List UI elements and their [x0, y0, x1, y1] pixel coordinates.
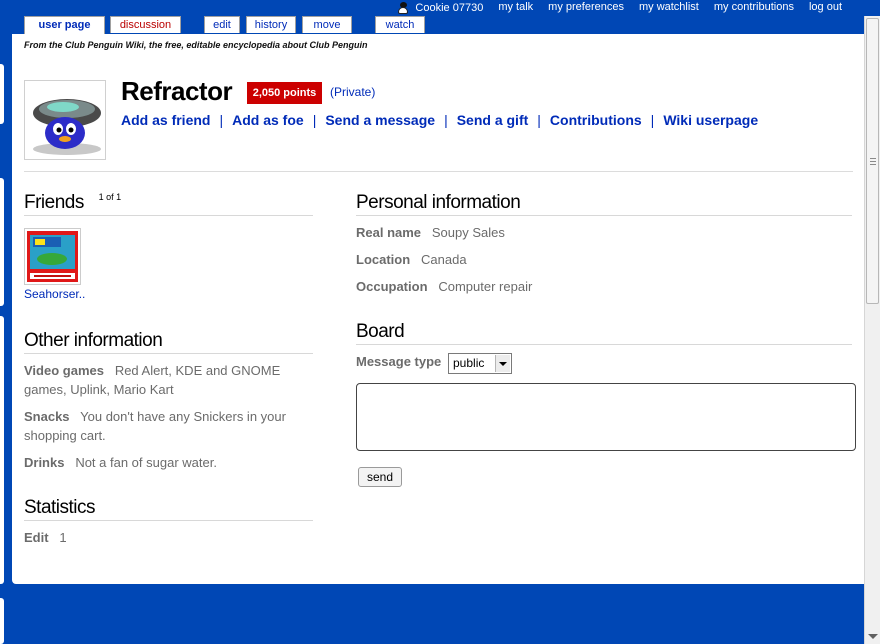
- tab-discussion[interactable]: discussion: [110, 16, 181, 33]
- profile-username: Refractor: [121, 76, 233, 106]
- tab-move[interactable]: move: [302, 16, 352, 33]
- scroll-down-icon[interactable]: [868, 634, 878, 639]
- privacy-link[interactable]: (Private): [330, 85, 375, 99]
- tab-watch[interactable]: watch: [375, 16, 425, 33]
- separator: |: [650, 112, 655, 128]
- separator: |: [312, 112, 317, 128]
- friend-avatar[interactable]: [24, 228, 81, 285]
- real-name-value: Soupy Sales: [431, 225, 505, 240]
- location-row: Location Canada: [356, 250, 467, 269]
- send-gift-link[interactable]: Send a gift: [457, 112, 529, 128]
- chevron-down-icon[interactable]: [495, 355, 510, 372]
- friends-count: 1 of 1: [98, 192, 122, 202]
- edit-count-row: Edit 1: [24, 528, 67, 547]
- snacks-label: Snacks: [24, 409, 70, 424]
- separator: |: [219, 112, 224, 128]
- snacks-row: Snacks You don't have any Snickers in yo…: [24, 407, 286, 426]
- scrollbar-thumb[interactable]: [866, 18, 879, 304]
- friend-name-link[interactable]: Seahorser..: [24, 287, 85, 301]
- message-type-select[interactable]: public: [448, 353, 512, 374]
- drinks-row: Drinks Not a fan of sugar water.: [24, 453, 217, 472]
- real-name-label: Real name: [356, 225, 422, 240]
- send-message-link[interactable]: Send a message: [325, 112, 435, 128]
- my-watchlist-link[interactable]: my watchlist: [639, 0, 699, 16]
- edge-decoration: [0, 598, 4, 644]
- edge-decoration: [0, 178, 4, 306]
- occupation-label: Occupation: [356, 279, 428, 294]
- occupation-value: Computer repair: [438, 279, 533, 294]
- statistics-heading: Statistics: [24, 497, 313, 521]
- friends-heading: Friends 1 of 1: [24, 192, 313, 216]
- message-type-value: public: [453, 356, 485, 370]
- add-as-foe-link[interactable]: Add as foe: [232, 112, 304, 128]
- board-heading: Board: [356, 321, 852, 345]
- profile-actions: Add as friend | Add as foe | Send a mess…: [121, 112, 758, 128]
- edit-value: 1: [59, 530, 67, 545]
- my-preferences-link[interactable]: my preferences: [548, 0, 624, 16]
- drinks-label: Drinks: [24, 455, 65, 470]
- points-badge: 2,050 points: [247, 82, 322, 104]
- content-panel: From the Club Penguin Wiki, the free, ed…: [12, 34, 864, 584]
- personal-info-heading: Personal information: [356, 192, 852, 216]
- snacks-value-line2: shopping cart.: [24, 428, 106, 443]
- tab-history[interactable]: history: [246, 16, 296, 33]
- message-textarea[interactable]: [356, 383, 856, 451]
- video-games-row: Video games Red Alert, KDE and GNOME: [24, 361, 280, 380]
- contributions-link[interactable]: Contributions: [550, 112, 642, 128]
- location-label: Location: [356, 252, 411, 267]
- user-link[interactable]: Cookie 07730: [397, 0, 483, 16]
- video-games-value: Red Alert, KDE and GNOME: [114, 363, 281, 378]
- real-name-row: Real name Soupy Sales: [356, 223, 505, 242]
- header-divider: [24, 171, 853, 172]
- my-contributions-link[interactable]: my contributions: [714, 0, 794, 16]
- tab-user-page[interactable]: user page: [24, 16, 105, 35]
- snacks-value: You don't have any Snickers in your: [80, 409, 286, 424]
- drinks-value: Not a fan of sugar water.: [75, 455, 217, 470]
- add-as-friend-link[interactable]: Add as friend: [121, 112, 210, 128]
- send-button[interactable]: send: [358, 467, 402, 487]
- video-games-value-line2: games, Uplink, Mario Kart: [24, 382, 174, 397]
- site-subtitle: From the Club Penguin Wiki, the free, ed…: [24, 40, 368, 50]
- other-info-heading: Other information: [24, 330, 313, 354]
- edit-label: Edit: [24, 530, 49, 545]
- message-type-label: Message type: [356, 354, 442, 369]
- my-talk-link[interactable]: my talk: [498, 0, 533, 16]
- occupation-row: Occupation Computer repair: [356, 277, 532, 296]
- edge-decoration: [0, 316, 4, 584]
- separator: |: [537, 112, 541, 128]
- avatar: [24, 80, 106, 160]
- username-label[interactable]: Cookie 07730: [415, 1, 483, 15]
- wiki-userpage-link[interactable]: Wiki userpage: [663, 112, 758, 128]
- friends-title: Friends: [24, 192, 84, 213]
- edge-decoration: [0, 64, 4, 124]
- video-games-label: Video games: [24, 363, 104, 378]
- tab-edit[interactable]: edit: [204, 16, 240, 33]
- user-icon: [397, 2, 409, 14]
- location-value: Canada: [421, 252, 467, 267]
- personal-bar: Cookie 07730 my talk my preferences my w…: [382, 0, 842, 16]
- vertical-scrollbar[interactable]: [864, 16, 880, 644]
- log-out-link[interactable]: log out: [809, 0, 842, 16]
- separator: |: [444, 112, 448, 128]
